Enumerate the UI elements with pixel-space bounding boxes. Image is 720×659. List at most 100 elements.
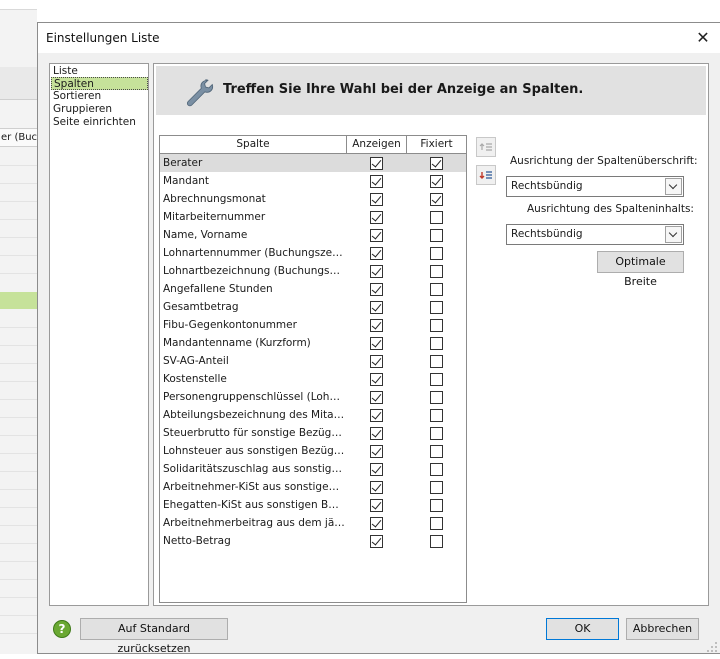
table-row[interactable]: Abteilungsbezeichnung des Mitarb... <box>160 406 466 424</box>
fixiert-checkbox[interactable] <box>430 427 443 440</box>
close-icon[interactable]: ✕ <box>690 26 716 50</box>
anzeigen-checkbox[interactable] <box>370 445 383 458</box>
anzeigen-checkbox[interactable] <box>370 373 383 386</box>
fixiert-checkbox[interactable] <box>430 481 443 494</box>
anzeigen-checkbox[interactable] <box>370 211 383 224</box>
table-row[interactable]: Personengruppenschlüssel (Lohnk... <box>160 388 466 406</box>
column-name: Kostenstelle <box>163 373 227 385</box>
fixiert-checkbox[interactable] <box>430 229 443 242</box>
fixiert-checkbox[interactable] <box>430 157 443 170</box>
fixiert-checkbox[interactable] <box>430 211 443 224</box>
anzeigen-checkbox[interactable] <box>370 481 383 494</box>
table-row[interactable]: Arbeitnehmer-KiSt aus sonstigen... <box>160 478 466 496</box>
cancel-button[interactable]: Abbrechen <box>626 618 699 640</box>
table-row[interactable]: SV-AG-Anteil <box>160 352 466 370</box>
anzeigen-checkbox[interactable] <box>370 229 383 242</box>
anzeigen-checkbox[interactable] <box>370 319 383 332</box>
anzeigen-checkbox[interactable] <box>370 535 383 548</box>
column-name: Lohnartennummer (Buchungszeile) <box>163 247 345 259</box>
table-row[interactable]: Lohnartennummer (Buchungszeile) <box>160 244 466 262</box>
anzeigen-checkbox[interactable] <box>370 283 383 296</box>
nav-item-spalten[interactable]: Spalten <box>51 77 148 90</box>
content-align-select[interactable]: Rechtsbündig <box>506 224 684 245</box>
dialog-titlebar[interactable]: Einstellungen Liste ✕ <box>38 23 720 53</box>
table-row[interactable]: Lohnartbezeichnung (Buchungszei... <box>160 262 466 280</box>
header-fixiert[interactable]: Fixiert <box>407 136 466 153</box>
anzeigen-checkbox[interactable] <box>370 463 383 476</box>
background-row-line <box>0 237 37 238</box>
header-spalte[interactable]: Spalte <box>160 136 347 153</box>
fixiert-checkbox[interactable] <box>430 355 443 368</box>
fixiert-checkbox[interactable] <box>430 265 443 278</box>
background-row-line <box>0 363 37 364</box>
anzeigen-checkbox[interactable] <box>370 409 383 422</box>
fixiert-checkbox[interactable] <box>430 175 443 188</box>
column-name: Solidaritätszuschlag aus sonstigen... <box>163 463 345 475</box>
background-toolbar <box>0 0 37 10</box>
fixiert-checkbox[interactable] <box>430 283 443 296</box>
fixiert-checkbox[interactable] <box>430 337 443 350</box>
chevron-down-icon[interactable] <box>665 226 682 243</box>
anzeigen-checkbox[interactable] <box>370 427 383 440</box>
anzeigen-checkbox[interactable] <box>370 517 383 530</box>
table-row[interactable]: Mandantenname (Kurzform) <box>160 334 466 352</box>
fixiert-checkbox[interactable] <box>430 517 443 530</box>
fixiert-checkbox[interactable] <box>430 409 443 422</box>
fixiert-checkbox[interactable] <box>430 193 443 206</box>
anzeigen-checkbox[interactable] <box>370 355 383 368</box>
fixiert-checkbox[interactable] <box>430 391 443 404</box>
anzeigen-checkbox[interactable] <box>370 265 383 278</box>
fixiert-checkbox[interactable] <box>430 445 443 458</box>
table-row[interactable]: Mandant <box>160 172 466 190</box>
table-row[interactable]: Gesamtbetrag <box>160 298 466 316</box>
table-row[interactable]: Berater <box>160 154 466 172</box>
help-icon[interactable]: ? <box>53 620 71 638</box>
fixiert-checkbox[interactable] <box>430 247 443 260</box>
fixiert-checkbox[interactable] <box>430 301 443 314</box>
table-row[interactable]: Mitarbeiternummer <box>160 208 466 226</box>
move-down-button[interactable] <box>476 165 496 185</box>
fixiert-checkbox[interactable] <box>430 499 443 512</box>
background-application: er (Buc <box>0 0 37 654</box>
chevron-down-icon[interactable] <box>665 178 682 195</box>
table-row[interactable]: Netto-Betrag <box>160 532 466 550</box>
resize-grip-icon[interactable] <box>706 641 718 653</box>
table-row[interactable]: Abrechnungsmonat <box>160 190 466 208</box>
anzeigen-checkbox[interactable] <box>370 499 383 512</box>
table-row[interactable]: Angefallene Stunden <box>160 280 466 298</box>
nav-item-gruppieren[interactable]: Gruppieren <box>51 103 148 116</box>
nav-item-seite-einrichten[interactable]: Seite einrichten <box>51 116 148 129</box>
table-row[interactable]: Name, Vorname <box>160 226 466 244</box>
fixiert-checkbox[interactable] <box>430 463 443 476</box>
anzeigen-checkbox[interactable] <box>370 247 383 260</box>
table-row[interactable]: Steuerbrutto für sonstige Bezüge (... <box>160 424 466 442</box>
column-name: Steuerbrutto für sonstige Bezüge (... <box>163 427 345 439</box>
anzeigen-checkbox[interactable] <box>370 175 383 188</box>
table-row[interactable]: Kostenstelle <box>160 370 466 388</box>
background-row-line <box>0 615 37 616</box>
background-row-line <box>0 579 37 580</box>
optimal-width-button[interactable]: Optimale Breite <box>597 251 684 288</box>
header-align-select[interactable]: Rechtsbündig <box>506 176 684 197</box>
move-up-button[interactable] <box>476 137 496 157</box>
table-row[interactable]: Solidaritätszuschlag aus sonstigen... <box>160 460 466 478</box>
fixiert-checkbox[interactable] <box>430 373 443 386</box>
anzeigen-checkbox[interactable] <box>370 157 383 170</box>
ok-button[interactable]: OK <box>546 618 619 640</box>
reset-defaults-button[interactable]: Auf Standard zurücksetzen <box>80 618 228 655</box>
table-row[interactable]: Lohnsteuer aus sonstigen Bezüge... <box>160 442 466 460</box>
anzeigen-checkbox[interactable] <box>370 391 383 404</box>
anzeigen-checkbox[interactable] <box>370 337 383 350</box>
column-name: Ehegatten-KiSt aus sonstigen Bez... <box>163 499 345 511</box>
fixiert-checkbox[interactable] <box>430 319 443 332</box>
anzeigen-checkbox[interactable] <box>370 193 383 206</box>
nav-item-sortieren[interactable]: Sortieren <box>51 90 148 103</box>
header-anzeigen[interactable]: Anzeigen <box>347 136 407 153</box>
column-name: Mandant <box>163 175 210 187</box>
background-row-line <box>0 507 37 508</box>
table-row[interactable]: Fibu-Gegenkontonummer <box>160 316 466 334</box>
table-row[interactable]: Ehegatten-KiSt aus sonstigen Bez... <box>160 496 466 514</box>
table-row[interactable]: Arbeitnehmerbeitrag aus dem jährl... <box>160 514 466 532</box>
fixiert-checkbox[interactable] <box>430 535 443 548</box>
anzeigen-checkbox[interactable] <box>370 301 383 314</box>
